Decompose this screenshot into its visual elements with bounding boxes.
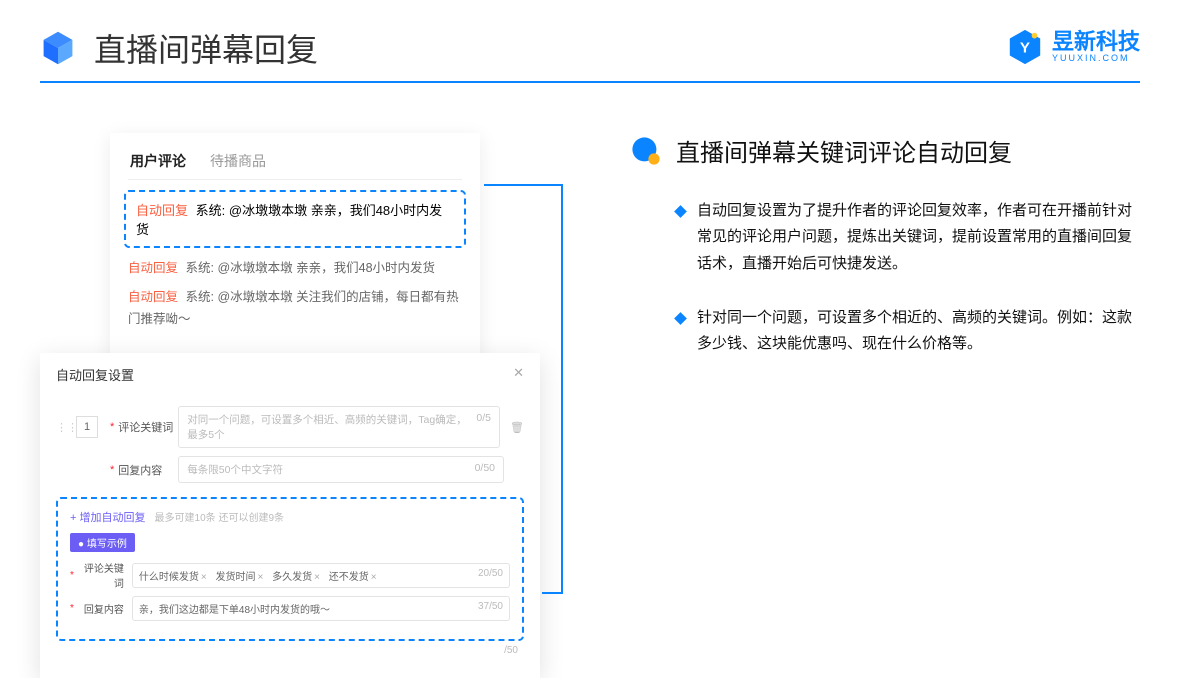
- brand-sub: YUUXIN.COM: [1052, 53, 1140, 63]
- tab-pending-goods[interactable]: 待播商品: [208, 147, 268, 179]
- ex-keyword-row: * 评论关键词 什么时候发货 发货时间 多久发货 还不发货 20/50: [70, 560, 510, 590]
- diamond-icon: [674, 312, 687, 325]
- comment-line: 自动回复 系统: @冰墩墩本墩 亲亲，我们48小时内发货: [128, 258, 462, 279]
- example-box: + 增加自动回复 最多可建10条 还可以创建9条 ● 填写示例 * 评论关键词 …: [56, 497, 524, 641]
- auto-reply-tag: 自动回复: [136, 203, 188, 218]
- close-icon[interactable]: ✕: [513, 365, 524, 384]
- kw-label: 评论关键词: [118, 419, 178, 435]
- kw-chip[interactable]: 多久发货: [272, 572, 320, 583]
- comment-tabs: 用户评论 待播商品: [128, 147, 462, 180]
- example-badge: ● 填写示例: [70, 533, 135, 552]
- required-dot: *: [110, 421, 114, 433]
- brand-name: 昱新科技: [1052, 31, 1140, 53]
- comments-panel: 用户评论 待播商品 自动回复 系统: @冰墩墩本墩 亲亲，我们48小时内发货 自…: [110, 133, 480, 368]
- page-title: 直播间弹幕回复: [94, 25, 318, 71]
- add-note: 最多可建10条 还可以创建9条: [155, 513, 284, 524]
- tab-user-comments[interactable]: 用户评论: [128, 147, 188, 179]
- kw-chip[interactable]: 发货时间: [216, 572, 264, 583]
- settings-panel: 自动回复设置 ✕ ⋮⋮ 1 * 评论关键词 对同一个问题，可设置多个相近、高频的…: [40, 353, 540, 678]
- sys-label: 系统:: [196, 203, 226, 218]
- brand-icon: Y: [1006, 28, 1044, 66]
- keyword-row: ⋮⋮ 1 * 评论关键词 对同一个问题，可设置多个相近、高频的关键词，Tag确定…: [56, 406, 524, 448]
- content-row: * 回复内容 每条限50个中文字符 0/50: [56, 456, 524, 483]
- ex-content-input[interactable]: 亲，我们这边都是下单48小时内发货的哦～ 37/50: [132, 596, 510, 621]
- description-column: 直播间弹幕关键词评论自动回复 自动回复设置为了提升作者的评论回复效率，作者可在开…: [540, 133, 1140, 385]
- kw-chip[interactable]: 什么时候发货: [139, 572, 207, 583]
- ex-content-row: * 回复内容 亲，我们这边都是下单48小时内发货的哦～ 37/50: [70, 596, 510, 621]
- highlighted-comment: 自动回复 系统: @冰墩墩本墩 亲亲，我们48小时内发货: [124, 190, 466, 248]
- brand-logo: Y 昱新科技 YUUXIN.COM: [1006, 28, 1140, 66]
- diamond-icon: [674, 205, 687, 218]
- bullet-item: 针对同一个问题，可设置多个相近的、高频的关键词。例如：这款多少钱、这块能优惠吗、…: [676, 305, 1140, 358]
- keyword-input[interactable]: 对同一个问题，可设置多个相近、高频的关键词，Tag确定，最多5个 0/5: [178, 406, 500, 448]
- page-header: 直播间弹幕回复: [0, 0, 1180, 81]
- ex-keyword-input[interactable]: 什么时候发货 发货时间 多久发货 还不发货 20/50: [132, 563, 510, 588]
- svg-text:Y: Y: [1020, 40, 1030, 57]
- kw-chip[interactable]: 还不发货: [329, 572, 377, 583]
- screenshot-column: 用户评论 待播商品 自动回复 系统: @冰墩墩本墩 亲亲，我们48小时内发货 自…: [40, 133, 540, 385]
- add-reply-link[interactable]: + 增加自动回复: [70, 512, 145, 524]
- comment-line: 自动回复 系统: @冰墩墩本墩 关注我们的店铺，每日都有热门推荐呦～: [128, 287, 462, 330]
- bullet-item: 自动回复设置为了提升作者的评论回复效率，作者可在开播前针对常见的评论用户问题，提…: [676, 198, 1140, 277]
- settings-title: 自动回复设置: [56, 365, 134, 384]
- chat-bubble-icon: [630, 135, 662, 167]
- index-box: 1: [76, 416, 98, 438]
- trash-icon[interactable]: 🗑: [510, 421, 524, 434]
- content-label: 回复内容: [118, 462, 178, 478]
- cube-icon: [40, 30, 76, 66]
- bottom-counter: /50: [56, 645, 524, 656]
- drag-handle-icon[interactable]: ⋮⋮: [56, 421, 70, 434]
- content-input[interactable]: 每条限50个中文字符 0/50: [178, 456, 504, 483]
- section-title: 直播间弹幕关键词评论自动回复: [676, 133, 1012, 168]
